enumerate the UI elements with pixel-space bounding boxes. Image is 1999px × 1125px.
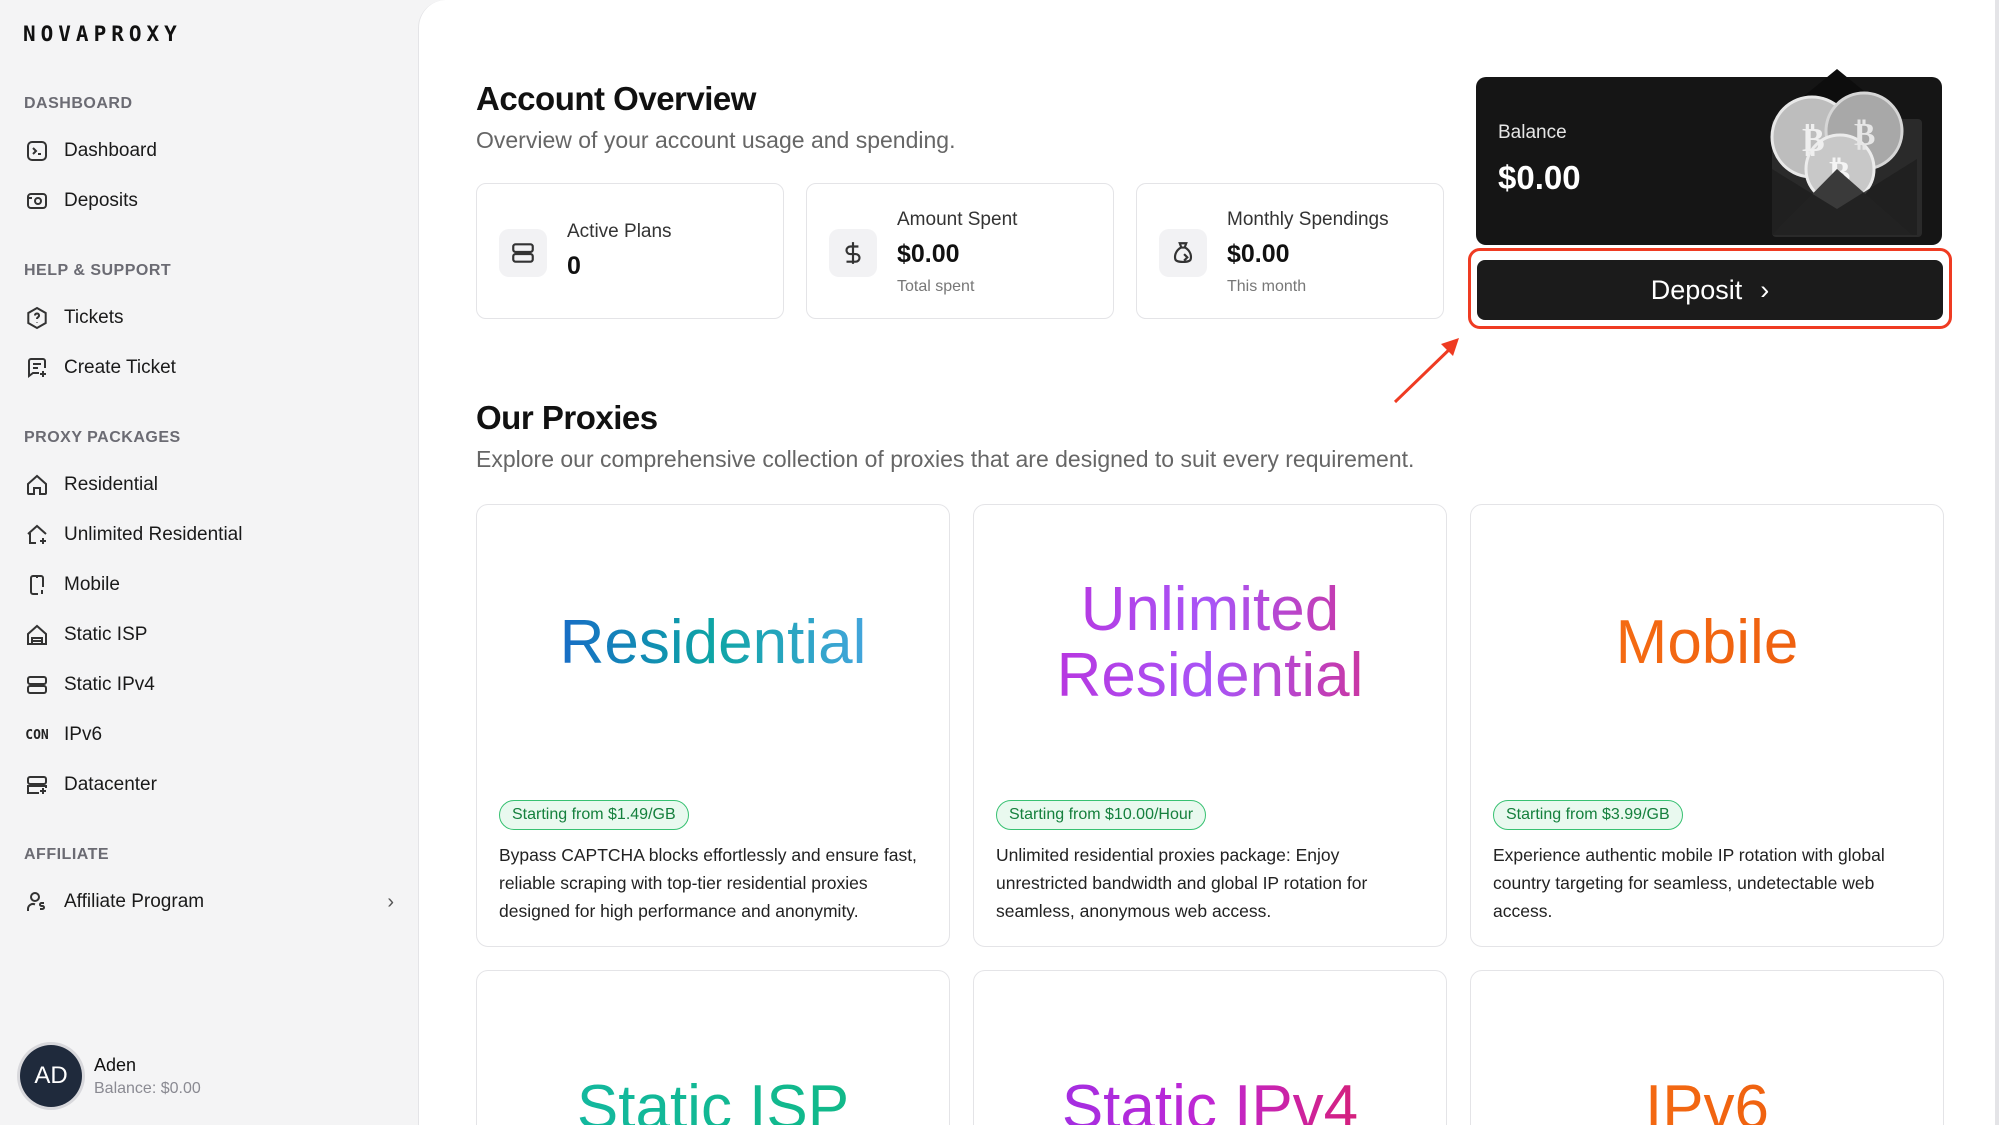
page-subtitle: Overview of your account usage and spend… bbox=[476, 127, 956, 153]
bitcoin-envelope-icon: ₿ ₿ ₿ bbox=[1770, 69, 1922, 237]
dollar-icon bbox=[829, 229, 877, 277]
stat-label: Monthly Spendings bbox=[1227, 209, 1389, 230]
proxy-card-static-ipv4[interactable]: Static IPv4 bbox=[973, 970, 1447, 1125]
help-circle-icon bbox=[24, 305, 50, 331]
proxy-card-description: Experience authentic mobile IP rotation … bbox=[1493, 845, 1885, 921]
sidebar-item-label: Residential bbox=[64, 474, 158, 495]
building-icon bbox=[24, 622, 50, 648]
proxy-card-title-line2: Residential bbox=[974, 643, 1446, 709]
price-badge: Starting from $3.99/GB bbox=[1493, 800, 1683, 830]
user-name: Aden bbox=[94, 1054, 137, 1075]
proxy-card-title: Mobile bbox=[1471, 610, 1943, 676]
sidebar-item-mobile[interactable]: Mobile bbox=[24, 568, 394, 602]
avatar[interactable]: AD bbox=[20, 1045, 82, 1107]
sidebar-item-static-isp[interactable]: Static ISP bbox=[24, 618, 394, 652]
sidebar-item-label: Datacenter bbox=[64, 774, 157, 795]
sidebar-item-datacenter[interactable]: Datacenter bbox=[24, 768, 394, 802]
sidebar-item-label: IPv6 bbox=[64, 724, 103, 745]
wallet-icon bbox=[24, 188, 50, 214]
section-title-proxy-packages: PROXY PACKAGES bbox=[24, 429, 181, 446]
sidebar-item-label: Static ISP bbox=[64, 624, 148, 645]
sidebar-item-dashboard[interactable]: Dashboard bbox=[24, 134, 394, 168]
home-icon bbox=[24, 472, 50, 498]
sidebar-item-affiliate-program[interactable]: Affiliate Program › bbox=[24, 885, 394, 919]
proxy-card-title: Residential bbox=[477, 610, 949, 676]
stat-label: Active Plans bbox=[567, 221, 672, 242]
sidebar-item-residential[interactable]: Residential bbox=[24, 468, 394, 502]
sidebar-item-label: Affiliate Program bbox=[64, 891, 205, 912]
sidebar-item-label: Deposits bbox=[64, 190, 138, 211]
proxy-card-static-isp[interactable]: Static ISP bbox=[476, 970, 950, 1125]
section-subtitle-proxies: Explore our comprehensive collection of … bbox=[476, 446, 1415, 472]
page-title: Account Overview bbox=[476, 80, 756, 117]
proxy-card-mobile[interactable]: Mobile Starting from $3.99/GB Experience… bbox=[1470, 504, 1944, 947]
con-icon: CON bbox=[24, 722, 50, 748]
stat-note: This month bbox=[1227, 278, 1307, 295]
stat-card-active-plans: Active Plans 0 bbox=[476, 183, 784, 319]
proxy-card-title: Static ISP bbox=[477, 1075, 949, 1125]
deposit-button[interactable]: Deposit › bbox=[1477, 260, 1943, 320]
user-profile[interactable]: AD Aden Balance: $0.00 bbox=[20, 1045, 201, 1107]
proxy-card-unlimited-residential[interactable]: Unlimited Residential Starting from $10.… bbox=[973, 504, 1447, 947]
sidebar-item-ipv6[interactable]: CON IPv6 bbox=[24, 718, 394, 752]
proxy-card-description: Bypass CAPTCHA blocks effortlessly and e… bbox=[499, 845, 917, 921]
money-bag-icon bbox=[1159, 229, 1207, 277]
svg-text:₿: ₿ bbox=[1854, 115, 1875, 153]
stat-value: $0.00 bbox=[897, 240, 960, 268]
window-edge bbox=[1995, 0, 1999, 1125]
user-dollar-icon bbox=[24, 889, 50, 915]
section-title-dashboard: DASHBOARD bbox=[24, 95, 133, 112]
section-title-affiliate: AFFILIATE bbox=[24, 846, 110, 863]
section-title-proxies: Our Proxies bbox=[476, 399, 658, 436]
section-title-help: HELP & SUPPORT bbox=[24, 262, 172, 279]
sidebar-item-unlimited-residential[interactable]: Unlimited Residential bbox=[24, 518, 394, 552]
stat-value: 0 bbox=[567, 252, 581, 280]
sidebar-item-static-ipv4[interactable]: Static IPv4 bbox=[24, 668, 394, 702]
server-icon bbox=[499, 229, 547, 277]
annotation-arrow-icon bbox=[1393, 338, 1459, 404]
proxy-card-title: Static IPv4 bbox=[974, 1075, 1446, 1125]
stat-value: $0.00 bbox=[1227, 240, 1290, 268]
proxy-card-residential[interactable]: Residential Starting from $1.49/GB Bypas… bbox=[476, 504, 950, 947]
sidebar-item-label: Tickets bbox=[64, 307, 124, 328]
proxy-card-description: Unlimited residential proxies package: E… bbox=[996, 845, 1368, 921]
price-badge: Starting from $1.49/GB bbox=[499, 800, 689, 830]
price-badge: Starting from $10.00/Hour bbox=[996, 800, 1207, 830]
sidebar-item-create-ticket[interactable]: Create Ticket bbox=[24, 351, 394, 385]
deposit-highlight: Deposit › bbox=[1468, 248, 1952, 329]
home-plus-icon bbox=[24, 522, 50, 548]
message-plus-icon bbox=[24, 355, 50, 381]
brand-logo[interactable]: NOVAPROXY bbox=[23, 22, 182, 46]
sidebar-item-label: Dashboard bbox=[64, 140, 157, 161]
terminal-icon bbox=[24, 138, 50, 164]
sidebar-item-tickets[interactable]: Tickets bbox=[24, 301, 394, 335]
proxy-card-title: IPv6 bbox=[1471, 1075, 1943, 1125]
sidebar: NOVAPROXY DASHBOARD Dashboard Deposits H… bbox=[0, 0, 418, 1125]
balance-label: Balance bbox=[1498, 122, 1567, 143]
stat-card-amount-spent: Amount Spent $0.00 Total spent bbox=[806, 183, 1114, 319]
mobile-icon bbox=[24, 572, 50, 598]
svg-text:₿: ₿ bbox=[1802, 120, 1825, 160]
deposit-label: Deposit bbox=[1650, 274, 1743, 305]
server-icon bbox=[24, 672, 50, 698]
balance-value: $0.00 bbox=[1498, 159, 1581, 196]
sidebar-item-label: Create Ticket bbox=[64, 357, 176, 378]
stat-label: Amount Spent bbox=[897, 209, 1018, 230]
user-balance: Balance: $0.00 bbox=[94, 1079, 201, 1097]
server-plus-icon bbox=[24, 772, 50, 798]
sidebar-item-label: Static IPv4 bbox=[64, 674, 155, 695]
stat-note: Total spent bbox=[897, 278, 975, 295]
main-content: Account Overview Overview of your accoun… bbox=[418, 0, 1999, 1125]
chevron-right-icon[interactable]: › bbox=[387, 891, 394, 914]
con-mark: CON bbox=[25, 727, 49, 743]
balance-card: Balance $0.00 ₿ ₿ ₿ bbox=[1476, 69, 1942, 245]
proxy-card-title-line1: Unlimited bbox=[974, 577, 1446, 643]
proxy-card-ipv6[interactable]: IPv6 bbox=[1470, 970, 1944, 1125]
sidebar-item-label: Unlimited Residential bbox=[64, 524, 243, 545]
stat-card-monthly-spendings: Monthly Spendings $0.00 This month bbox=[1136, 183, 1444, 319]
chevron-right-icon: › bbox=[1760, 274, 1770, 305]
sidebar-item-deposits[interactable]: Deposits bbox=[24, 184, 394, 218]
sidebar-item-label: Mobile bbox=[64, 574, 120, 595]
